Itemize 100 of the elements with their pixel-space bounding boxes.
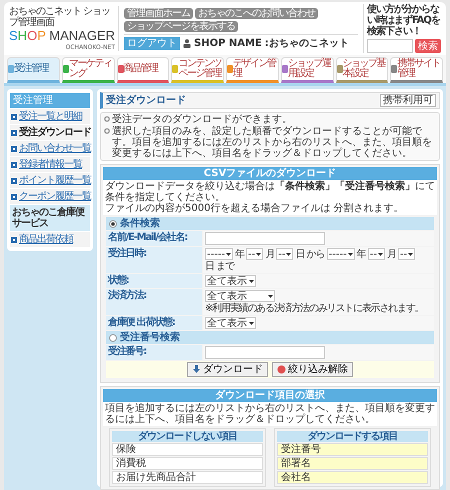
tab-icon — [62, 65, 69, 73]
header-link[interactable]: 管理画面ホーム — [124, 8, 193, 18]
caret-icon — [249, 280, 254, 282]
header-link[interactable]: おちゃのこへのお問い合わせ — [195, 8, 318, 18]
nav-tab[interactable]: 受注管理 — [7, 57, 60, 83]
list-item[interactable]: 消費税 — [112, 457, 263, 470]
caret-icon — [378, 252, 383, 256]
bullet-square-icon — [11, 146, 17, 152]
text-field[interactable] — [205, 346, 325, 359]
note-text: 受注データのダウンロードができます。 — [112, 114, 292, 125]
date-unit: 日 から — [295, 248, 325, 260]
field-note: ※利用実績のある決済方法のみリストに表示されます。 — [205, 303, 424, 314]
sidebar-item[interactable]: お問い合わせ一覧 — [10, 141, 90, 156]
download-button[interactable]: ダウンロード — [187, 362, 268, 377]
search-mode-radio[interactable]: 条件検索 — [106, 217, 434, 230]
nav-tab[interactable]: ショップ基本設定 — [336, 57, 388, 83]
list-item[interactable]: 受注番号 — [277, 443, 428, 456]
bullet-circle-icon — [104, 116, 110, 122]
sidebar-item[interactable]: クーポン履歴一覧 — [10, 189, 90, 204]
field-label: 名前/E-Mail/会社名: — [106, 231, 202, 246]
dropdown[interactable]: ----- — [326, 248, 355, 260]
reset-icon — [277, 365, 286, 374]
field-label: 決済方法: — [106, 289, 202, 315]
shop-name-label: SHOP NAME — [194, 38, 262, 48]
dropdown[interactable]: 全て表示 — [205, 290, 275, 302]
dropdown[interactable]: -- — [246, 248, 264, 260]
search-button[interactable]: 検索 — [415, 39, 441, 53]
nav-tab[interactable]: コンテンツページ管理 — [171, 57, 224, 83]
dropdown[interactable]: -- — [276, 248, 294, 260]
sidebar-item[interactable]: 受注ダウンロード — [10, 125, 90, 140]
mobile-badge: 携帯利用可 — [380, 94, 436, 107]
field-label: 倉庫便 出荷状態: — [106, 316, 202, 330]
list-item[interactable]: お届け先商品合計 — [112, 471, 263, 484]
dropdown[interactable]: -- — [398, 248, 416, 260]
faq-search-field[interactable] — [367, 39, 413, 53]
page-title: 受注ダウンロード — [106, 95, 187, 106]
bullet-square-icon — [11, 236, 17, 242]
download-icon — [192, 365, 201, 374]
bullet-square-icon — [11, 194, 17, 200]
radio-icon[interactable] — [109, 220, 117, 228]
panel-description: ファイルの内容が5000行を超える場合ファイルは 分割されます。 — [105, 203, 405, 214]
header-link[interactable]: ショップページを表示する — [124, 20, 238, 32]
list-item[interactable]: 部署名 — [277, 457, 428, 470]
date-unit: 年 — [235, 248, 244, 260]
dropdown[interactable]: ----- — [205, 248, 234, 260]
field-label: 受注番号: — [106, 345, 202, 360]
site-subtitle: おちゃのこネット ショップ管理画面 — [9, 6, 112, 28]
panel-heading: ダウンロード項目の選択 — [103, 389, 437, 402]
tab-icon — [8, 65, 14, 73]
shop-name: :おちゃのこネット — [264, 38, 349, 48]
nav-tab[interactable]: ショップ運用設定 — [280, 57, 334, 83]
dropdown[interactable]: 全て表示 — [205, 317, 256, 329]
caret-icon — [249, 322, 254, 324]
panel-description: 項目を追加するには左のリストから右のリストへ、また、項目順を変更するには上下へ、項目名をドラッグ＆ドロップしてください。 — [103, 402, 437, 426]
faq-hint: 使い方が分からない時はまずFAQを検索下さい！ — [367, 4, 441, 37]
shop-manager-logo: SHOP MANAGER — [9, 28, 116, 44]
tab-icon — [391, 65, 398, 73]
sidebar-item[interactable]: 登録者情報一覧 — [10, 157, 90, 172]
radio-icon[interactable] — [109, 334, 117, 342]
nav-tab[interactable]: マーケティング — [62, 57, 114, 83]
text-field[interactable] — [205, 232, 325, 245]
clear-filter-button[interactable]: 絞り込み解除 — [272, 362, 353, 377]
note-text: 選択した項目のみを、設定した順番でダウンロードすることが可能です。項目を追加するには左のリストから右のリストへ、また、項目順を変更するには上下へ、項目名をドラッグ＆ドロップしてください。 — [112, 126, 433, 159]
nav-tab[interactable]: デザイン管理 — [226, 57, 279, 83]
list-heading: ダウンロードしない項目 — [112, 431, 263, 442]
list-heading: ダウンロードする項目 — [277, 431, 428, 442]
panel-description: ダウンロードデータを絞り込む場合は「条件検索」「受注番号検索」にて条件を指定してください。 — [105, 181, 435, 203]
bullet-circle-icon — [104, 128, 110, 134]
dropdown[interactable]: -- — [368, 248, 385, 260]
caret-icon — [226, 252, 232, 256]
person-icon — [183, 38, 191, 48]
tab-icon — [118, 65, 124, 73]
caret-icon — [256, 252, 262, 256]
sidebar-heading: 受注管理 — [10, 93, 90, 108]
dropdown[interactable]: 全て表示 — [205, 275, 256, 287]
bullet-square-icon — [11, 178, 17, 184]
bullet-square-icon — [11, 130, 17, 136]
panel-heading: CSVファイルのダウンロード — [103, 167, 437, 180]
date-unit: 月 — [265, 248, 274, 260]
caret-icon — [268, 294, 273, 298]
sidebar-item[interactable]: 商品出荷依頼 — [10, 232, 90, 247]
sidebar-section-heading: おちゃのこ倉庫便サービス — [10, 205, 90, 231]
caret-icon — [348, 252, 353, 256]
sidebar-item[interactable]: 受注一覧と明細 — [10, 109, 90, 124]
tab-icon — [172, 65, 178, 73]
date-unit: 日 まで — [205, 261, 234, 272]
caret-icon — [286, 252, 292, 256]
date-unit: 月 — [386, 248, 396, 260]
tab-icon — [282, 65, 288, 73]
search-mode-radio[interactable]: 受注番号検索 — [106, 331, 434, 344]
bullet-square-icon — [11, 162, 17, 168]
date-unit: 年 — [356, 248, 366, 260]
sidebar-item[interactable]: ポイント履歴一覧 — [10, 173, 90, 188]
tab-icon — [227, 65, 233, 73]
caret-icon — [408, 252, 414, 256]
list-item[interactable]: 保険 — [112, 443, 263, 456]
bullet-square-icon — [11, 114, 17, 120]
list-item[interactable]: 会社名 — [277, 471, 428, 484]
field-label: 状態: — [106, 274, 202, 288]
nav-tab[interactable]: 携帯サイト管理 — [390, 57, 443, 83]
